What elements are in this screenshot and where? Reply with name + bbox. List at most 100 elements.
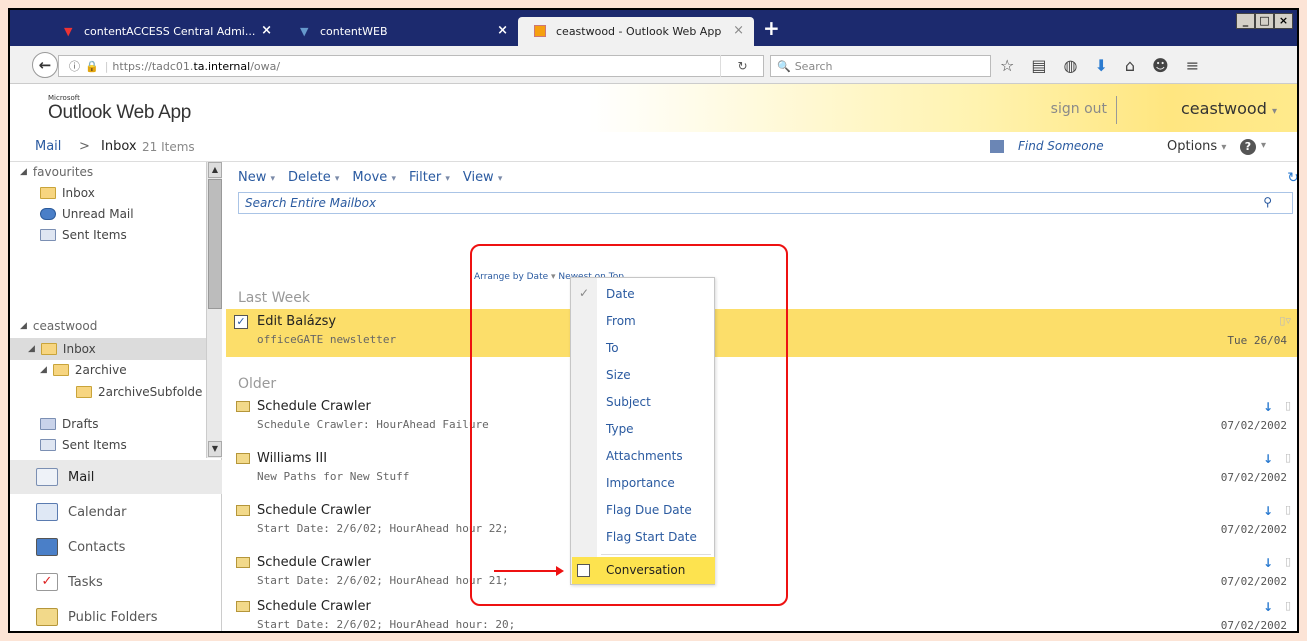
folder-label: ceastwood (32, 319, 98, 333)
chevron-down-icon[interactable]: ▾ (1261, 140, 1266, 151)
flag-icon[interactable]: ▯ (1285, 399, 1291, 412)
header-divider (1116, 96, 1117, 124)
browser-titlebar: ▼ contentACCESS Central Admi... × ▼ cont… (10, 10, 1297, 46)
flag-icon[interactable]: ▯ (1285, 503, 1291, 516)
help-icon[interactable]: ? (1240, 139, 1256, 155)
search-folder-icon (40, 208, 56, 220)
module-tasks[interactable]: ✓ Tasks (10, 565, 222, 599)
contentweb-tab-icon: ▼ (300, 25, 309, 38)
folder-fav-inbox[interactable]: Inbox (40, 186, 95, 200)
url-prefix: https://tadc01. (112, 59, 194, 73)
module-mail[interactable]: Mail (10, 460, 222, 494)
message-subject: Schedule Crawler: HourAhead Failure (257, 418, 489, 431)
options-label: Options (1167, 139, 1218, 154)
tab-label: contentACCESS Central Admi... (84, 25, 256, 38)
message-sender: Williams III (257, 451, 328, 466)
module-calendar[interactable]: Calendar (10, 495, 222, 529)
menu-icon[interactable]: ≡ (1186, 56, 1199, 75)
folder-scrollbar[interactable]: ▲ ▼ (206, 162, 222, 458)
folder-tree: ◢ favourites Inbox Unread Mail Sent Items… (10, 162, 222, 460)
tab-close-icon[interactable]: × (261, 23, 272, 38)
message-date: 07/02/2002 (1220, 419, 1287, 432)
annotation-highlight-box (470, 244, 788, 606)
brand-title: Outlook Web App (48, 102, 192, 123)
view-button[interactable]: View ▾ (463, 170, 503, 185)
scroll-down-icon[interactable]: ▼ (208, 441, 222, 457)
folder-sent[interactable]: Sent Items (40, 438, 127, 452)
browser-search-input[interactable]: 🔍 Search (770, 55, 991, 77)
message-date: 07/02/2002 (1220, 471, 1287, 484)
folder-account[interactable]: ◢ ceastwood (20, 319, 97, 333)
folder-fav-sent[interactable]: Sent Items (40, 228, 127, 242)
search-placeholder: Search (794, 59, 833, 73)
maximize-button[interactable]: □ (1255, 13, 1274, 29)
module-label: Contacts (68, 539, 126, 555)
delete-label: Delete (288, 170, 331, 185)
envelope-icon (236, 557, 250, 568)
mailbox-search-input[interactable]: Search Entire Mailbox ⚲ (238, 192, 1293, 214)
tab-close-icon[interactable]: × (733, 23, 744, 38)
filter-button[interactable]: Filter ▾ (409, 170, 450, 185)
sent-items-icon (40, 229, 56, 241)
chat-icon[interactable]: ☻ (1152, 56, 1169, 75)
delete-button[interactable]: Delete ▾ (288, 170, 339, 185)
move-button[interactable]: Move ▾ (352, 170, 396, 185)
tab-close-icon[interactable]: × (497, 23, 508, 38)
chevron-down-icon: ▾ (445, 174, 450, 184)
breadcrumb-inbox: Inbox (101, 139, 137, 154)
envelope-icon (236, 453, 250, 464)
new-tab-button[interactable]: + (763, 16, 780, 40)
reading-list-icon[interactable]: ▤ (1031, 56, 1046, 75)
message-date: 07/02/2002 (1220, 523, 1287, 536)
back-button[interactable]: ← (32, 52, 58, 78)
expand-triangle-icon: ◢ (20, 321, 27, 331)
tab-contentweb[interactable]: ▼ contentWEB × (282, 17, 518, 46)
new-button[interactable]: New ▾ (238, 170, 275, 185)
envelope-icon (236, 601, 250, 612)
group-header-last-week: Last Week (238, 290, 310, 306)
scrollbar-thumb[interactable] (208, 179, 222, 309)
minimize-button[interactable]: _ (1236, 13, 1255, 29)
module-public-folders[interactable]: Public Folders (10, 600, 222, 631)
info-icon[interactable]: ⓘ (69, 58, 80, 74)
lock-icon[interactable]: 🔒 (85, 60, 99, 73)
flag-icon[interactable]: ▯ (1285, 599, 1291, 612)
module-label: Public Folders (68, 609, 158, 625)
options-menu[interactable]: Options ▾ (1167, 139, 1226, 154)
flag-icon[interactable]: ▯ (1285, 555, 1291, 568)
home-icon[interactable]: ⌂ (1125, 56, 1135, 75)
search-icon: 🔍 (777, 59, 791, 73)
search-icon[interactable]: ⚲ (1263, 195, 1272, 209)
pocket-icon[interactable]: ◍ (1063, 56, 1077, 75)
item-count: 21 Items (142, 140, 195, 154)
bookmark-star-icon[interactable]: ☆ (1000, 56, 1014, 75)
refresh-icon[interactable]: ↻ (1287, 170, 1297, 186)
folder-unread-mail[interactable]: Unread Mail (40, 207, 134, 221)
checkbox-checked-icon[interactable]: ✓ (234, 315, 248, 329)
folder-2archive[interactable]: ◢ 2archive (40, 363, 127, 377)
reload-icon[interactable]: ↻ (720, 55, 764, 77)
user-name: ceastwood (1181, 99, 1267, 118)
flag-icon[interactable]: ▯▿ (1279, 314, 1291, 327)
scroll-up-icon[interactable]: ▲ (208, 162, 222, 178)
module-contacts[interactable]: Contacts (10, 530, 222, 564)
user-menu[interactable]: ceastwood ▾ (1181, 99, 1277, 118)
url-domain: ta.internal (193, 59, 251, 73)
close-window-button[interactable]: × (1274, 13, 1293, 29)
folder-drafts[interactable]: Drafts (40, 417, 99, 431)
downloads-icon[interactable]: ⬇ (1094, 56, 1107, 75)
folder-2archive-subfolder[interactable]: 2archiveSubfolde (76, 385, 202, 399)
folder-label: Sent Items (62, 438, 127, 452)
tab-contentaccess[interactable]: ▼ contentACCESS Central Admi... × (46, 17, 282, 46)
folder-inbox[interactable]: ◢ Inbox (28, 342, 96, 356)
flag-icon[interactable]: ▯ (1285, 451, 1291, 464)
folder-favourites[interactable]: ◢ favourites (20, 165, 93, 179)
message-subject: officeGATE newsletter (257, 333, 397, 346)
sign-out-link[interactable]: sign out (1051, 101, 1107, 117)
expand-triangle-icon: ◢ (40, 365, 47, 375)
url-bar[interactable]: ⓘ 🔒 | https://tadc01. ta.internal/owa/ (58, 55, 764, 77)
find-someone-link[interactable]: Find Someone (990, 139, 1104, 153)
tab-outlook[interactable]: ceastwood - Outlook Web App × (518, 17, 754, 46)
breadcrumb-mail[interactable]: Mail (35, 139, 61, 154)
folder-icon (40, 343, 57, 355)
